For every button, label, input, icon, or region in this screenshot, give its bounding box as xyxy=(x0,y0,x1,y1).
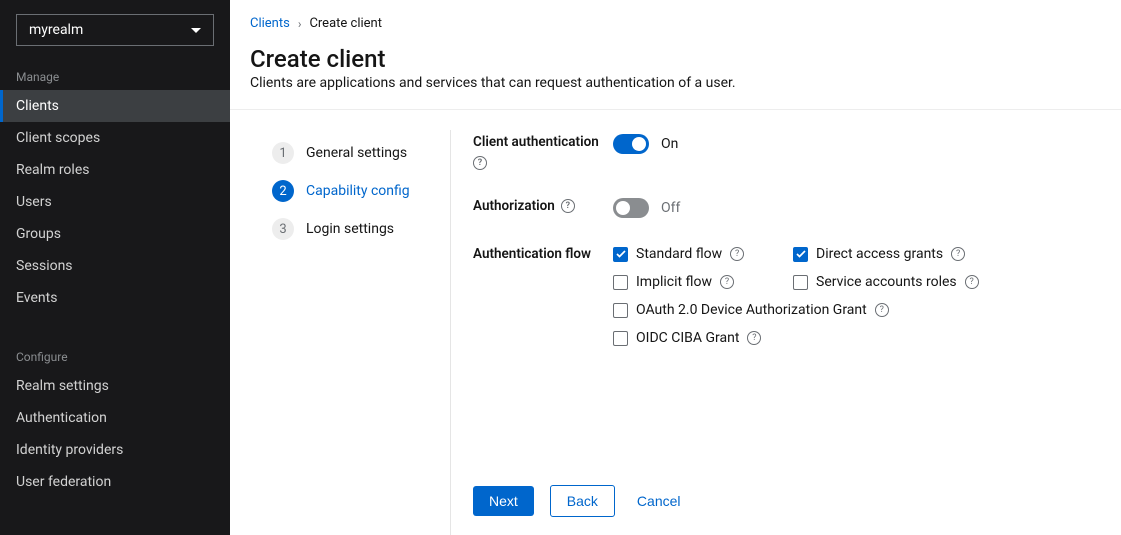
auth-flow-label: Authentication flow xyxy=(473,246,603,262)
help-icon[interactable]: ? xyxy=(720,275,734,289)
breadcrumb-parent[interactable]: Clients xyxy=(250,16,290,31)
help-icon[interactable]: ? xyxy=(875,303,889,317)
page-description: Clients are applications and services th… xyxy=(250,75,1097,91)
checkbox-icon xyxy=(613,247,628,262)
sidebar-item-label: Events xyxy=(16,290,57,306)
authorization-switch-wrap: Off xyxy=(613,198,1097,218)
wizard-step-capability[interactable]: 2 Capability config xyxy=(272,172,434,210)
sidebar-item-identity-providers[interactable]: Identity providers xyxy=(0,434,230,466)
sidebar-item-label: Sessions xyxy=(16,258,73,274)
step-number-badge: 2 xyxy=(272,180,294,202)
label-text: Authentication flow xyxy=(473,246,591,262)
authorization-state: Off xyxy=(661,200,680,216)
check-label: Service accounts roles xyxy=(816,274,957,290)
sidebar-item-label: Realm roles xyxy=(16,162,89,178)
help-icon[interactable]: ? xyxy=(473,156,487,170)
wizard-step-general[interactable]: 1 General settings xyxy=(272,134,434,172)
sidebar-section-manage: Manage xyxy=(0,64,230,90)
breadcrumb-current: Create client xyxy=(309,16,382,31)
sidebar-item-realm-roles[interactable]: Realm roles xyxy=(0,154,230,186)
help-icon[interactable]: ? xyxy=(965,275,979,289)
checkbox-icon xyxy=(613,331,628,346)
back-button[interactable]: Back xyxy=(550,485,615,517)
sidebar-item-clients[interactable]: Clients xyxy=(0,90,230,122)
client-auth-switch[interactable] xyxy=(613,134,649,154)
help-icon[interactable]: ? xyxy=(951,247,965,261)
sidebar-item-label: Clients xyxy=(16,98,59,114)
authorization-switch[interactable] xyxy=(613,198,649,218)
sidebar-item-label: User federation xyxy=(16,474,111,490)
step-label: Capability config xyxy=(306,183,410,199)
sidebar-item-realm-settings[interactable]: Realm settings xyxy=(0,370,230,402)
sidebar-item-label: Groups xyxy=(16,226,61,242)
check-label: Direct access grants xyxy=(816,246,943,262)
check-standard-flow[interactable]: Standard flow ? xyxy=(613,246,783,262)
step-number-badge: 1 xyxy=(272,142,294,164)
sidebar-item-label: Authentication xyxy=(16,410,107,426)
chevron-down-icon xyxy=(191,28,201,33)
form-panel: Client authentication ? On Authorization… xyxy=(451,130,1097,535)
checkbox-icon xyxy=(793,247,808,262)
sidebar-item-label: Client scopes xyxy=(16,130,100,146)
sidebar-item-label: Identity providers xyxy=(16,442,123,458)
check-direct-access[interactable]: Direct access grants ? xyxy=(793,246,1097,262)
client-auth-label: Client authentication ? xyxy=(473,134,603,170)
breadcrumb: Clients › Create client xyxy=(250,16,1097,31)
check-label: Standard flow xyxy=(636,246,722,262)
help-icon[interactable]: ? xyxy=(747,331,761,345)
sidebar-item-groups[interactable]: Groups xyxy=(0,218,230,250)
help-icon[interactable]: ? xyxy=(730,247,744,261)
cancel-button[interactable]: Cancel xyxy=(631,486,687,516)
sidebar-item-users[interactable]: Users xyxy=(0,186,230,218)
main-content: Clients › Create client Create client Cl… xyxy=(230,0,1121,535)
sidebar-section-configure: Configure xyxy=(0,344,230,370)
client-auth-switch-wrap: On xyxy=(613,134,1097,154)
step-number-badge: 3 xyxy=(272,218,294,240)
label-text: Client authentication xyxy=(473,134,599,150)
check-ciba-grant[interactable]: OIDC CIBA Grant ? xyxy=(613,330,1097,346)
client-auth-state: On xyxy=(661,136,678,152)
breadcrumb-separator-icon: › xyxy=(298,17,302,31)
wizard-steps: 1 General settings 2 Capability config 3… xyxy=(250,130,450,535)
check-label: Implicit flow xyxy=(636,274,712,290)
checkbox-icon xyxy=(613,303,628,318)
check-label: OAuth 2.0 Device Authorization Grant xyxy=(636,302,867,318)
sidebar-item-user-federation[interactable]: User federation xyxy=(0,466,230,498)
check-label: OIDC CIBA Grant xyxy=(636,330,739,346)
next-button[interactable]: Next xyxy=(473,486,534,516)
sidebar-item-authentication[interactable]: Authentication xyxy=(0,402,230,434)
step-label: General settings xyxy=(306,145,407,161)
sidebar-item-client-scopes[interactable]: Client scopes xyxy=(0,122,230,154)
help-icon[interactable]: ? xyxy=(561,199,575,213)
label-text: Authorization xyxy=(473,198,555,214)
sidebar: myrealm Manage Clients Client scopes Rea… xyxy=(0,0,230,535)
wizard-buttons: Next Back Cancel xyxy=(473,467,1097,535)
authorization-label: Authorization ? xyxy=(473,198,603,214)
divider xyxy=(230,109,1121,110)
checkbox-icon xyxy=(613,275,628,290)
sidebar-item-events[interactable]: Events xyxy=(0,282,230,314)
sidebar-item-label: Users xyxy=(16,194,52,210)
realm-selector-value: myrealm xyxy=(29,22,83,38)
sidebar-item-label: Realm settings xyxy=(16,378,109,394)
realm-selector[interactable]: myrealm xyxy=(16,14,214,46)
checkbox-icon xyxy=(793,275,808,290)
sidebar-item-sessions[interactable]: Sessions xyxy=(0,250,230,282)
page-title: Create client xyxy=(250,45,1097,73)
check-service-accounts[interactable]: Service accounts roles ? xyxy=(793,274,1097,290)
wizard-step-login[interactable]: 3 Login settings xyxy=(272,210,434,248)
auth-flow-checks: Standard flow ? Direct access grants ? I… xyxy=(613,246,1097,346)
check-implicit-flow[interactable]: Implicit flow ? xyxy=(613,274,783,290)
check-device-grant[interactable]: OAuth 2.0 Device Authorization Grant ? xyxy=(613,302,1097,318)
step-label: Login settings xyxy=(306,221,394,237)
